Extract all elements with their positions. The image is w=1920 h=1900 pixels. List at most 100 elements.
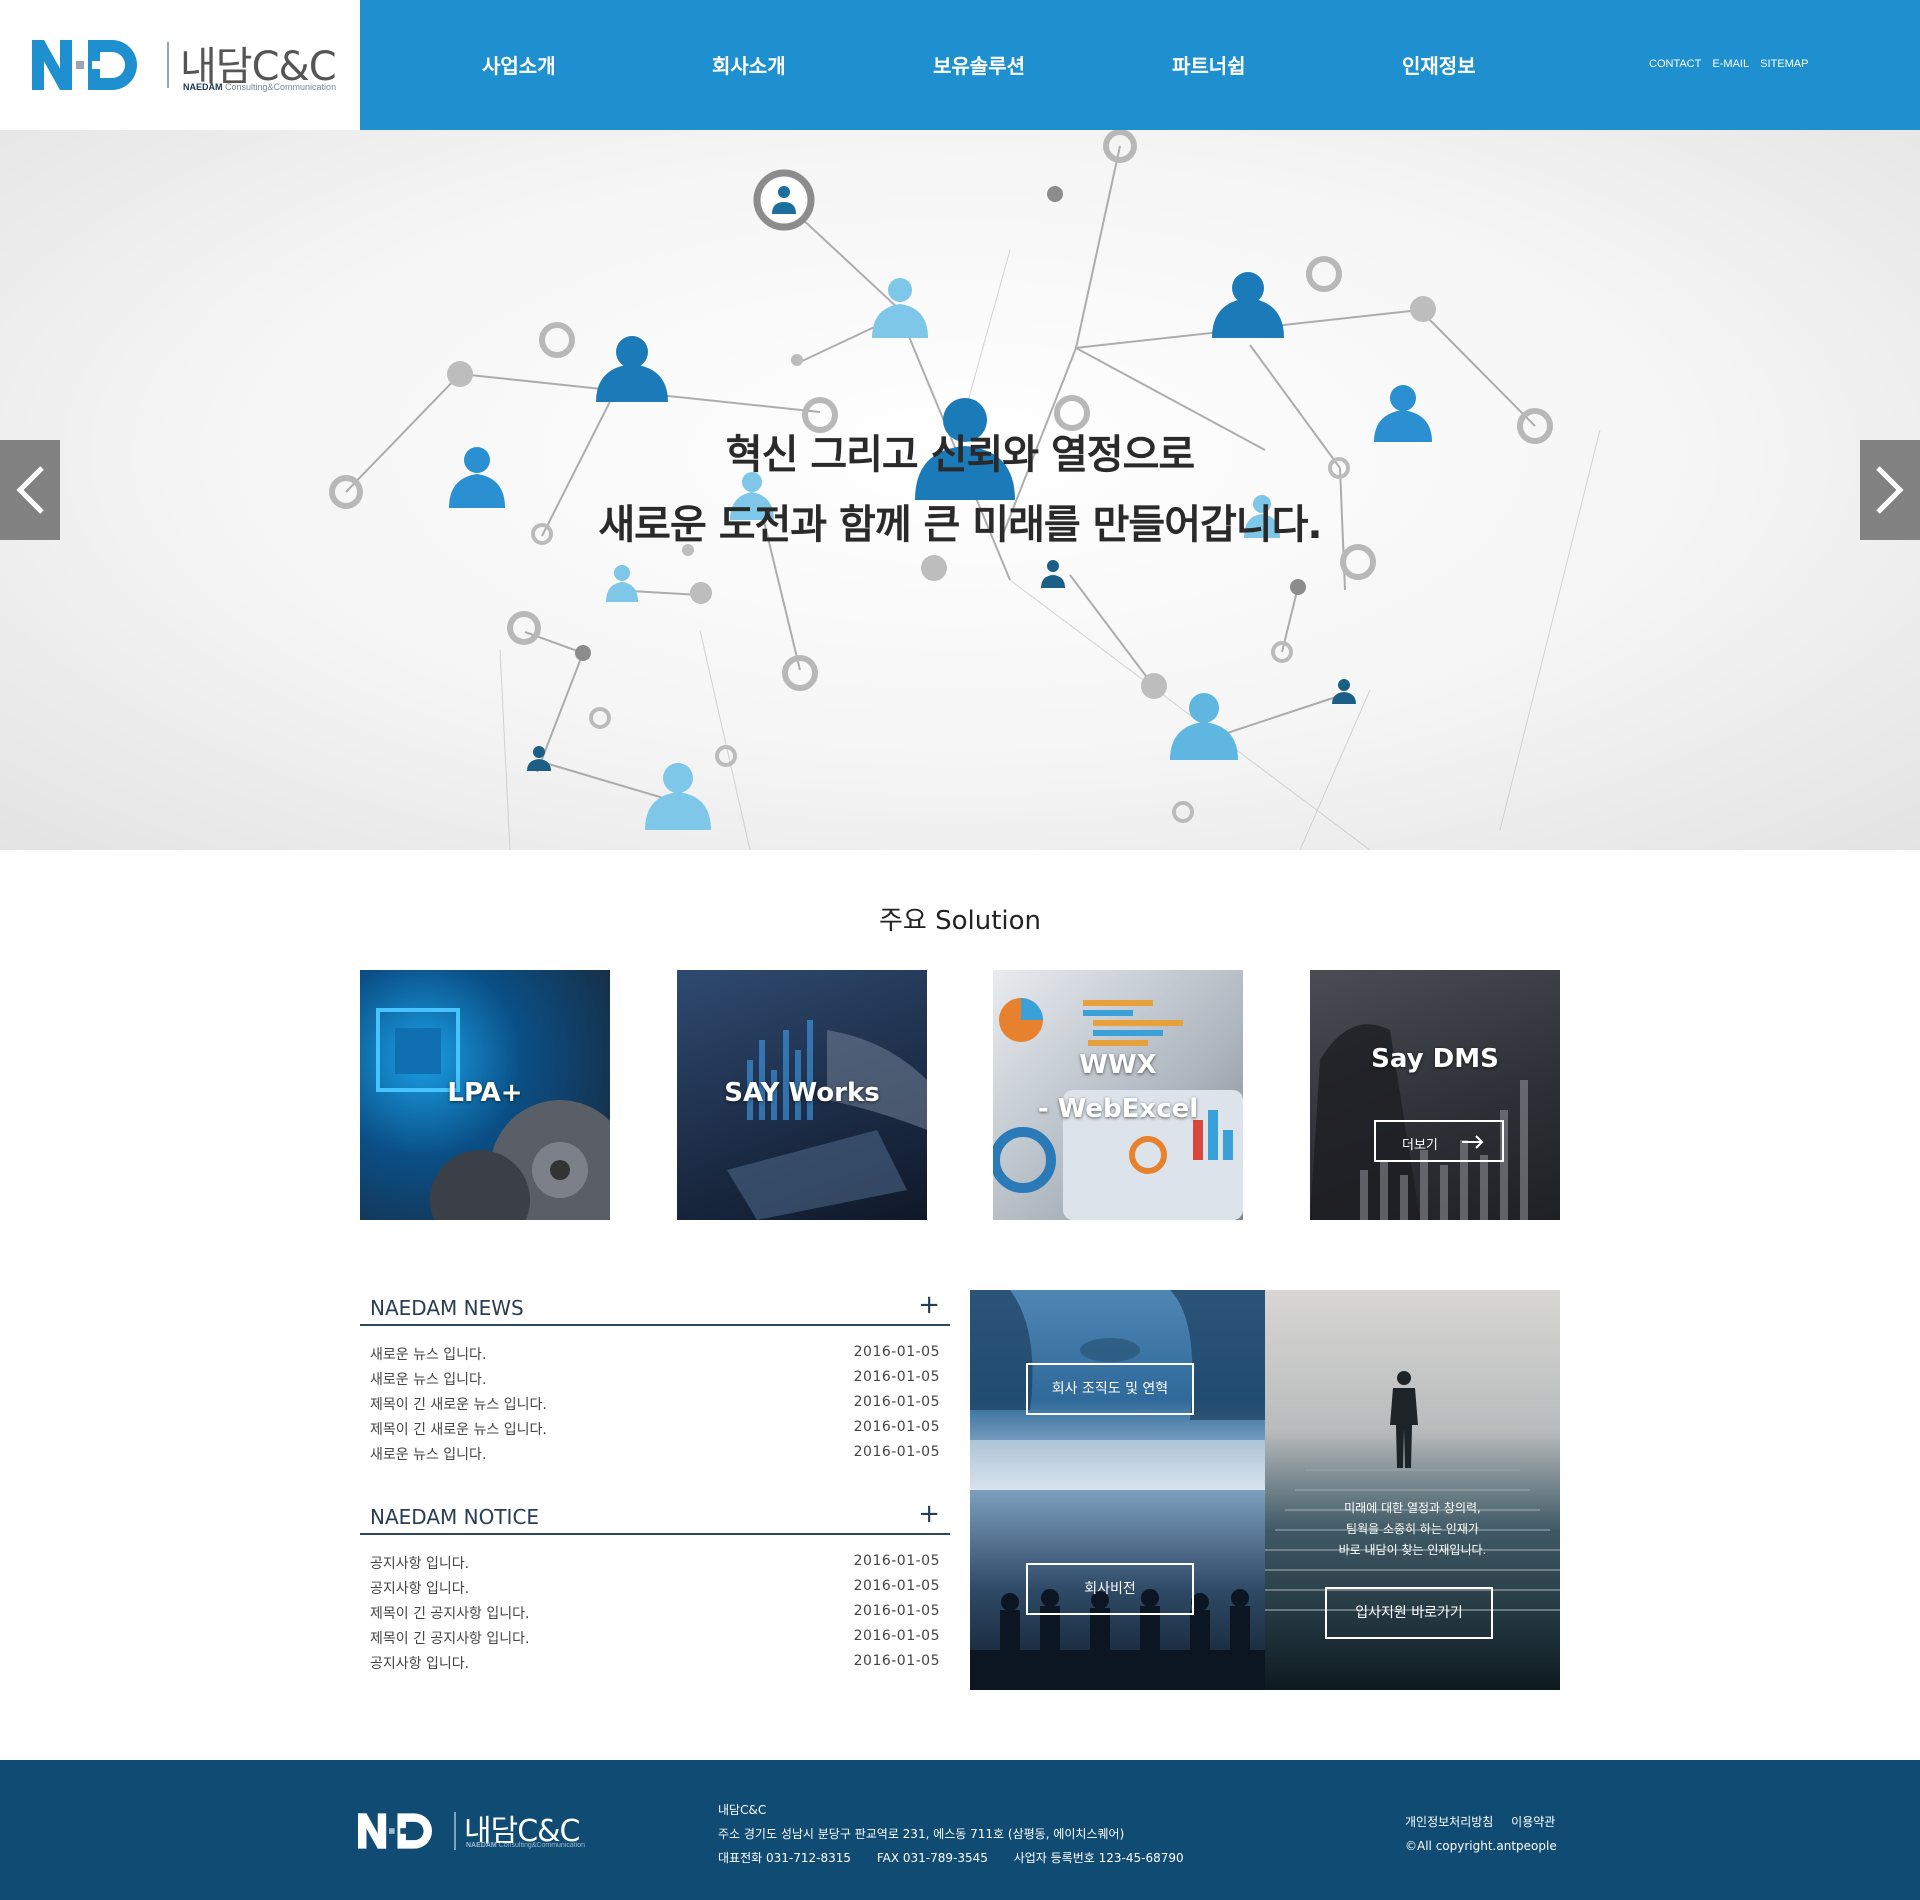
solution-card-saydms[interactable]: Say DMS 더보기 bbox=[1310, 970, 1560, 1220]
footer-company: 내담C&C bbox=[718, 1803, 767, 1817]
nav-item-solutions[interactable]: 보유솔루션 bbox=[933, 50, 1025, 79]
notice-row-title: 제목이 긴 공지사항 입니다. bbox=[370, 1631, 530, 1647]
nav-item-company[interactable]: 회사소개 bbox=[712, 50, 786, 79]
news-row-title: 새로운 뉴스 입니다. bbox=[370, 1347, 487, 1363]
news-row[interactable]: 새로운 뉴스 입니다. 2016-01-05 bbox=[370, 1369, 940, 1394]
terms-link[interactable]: 이용약관 bbox=[1511, 1815, 1555, 1829]
notice-row-title: 공지사항 입니다. bbox=[370, 1581, 470, 1597]
solution-card-lpa[interactable]: LPA+ bbox=[360, 970, 610, 1220]
nd-logo-mark-icon bbox=[358, 1813, 433, 1849]
contact-link[interactable]: CONTACT bbox=[1649, 58, 1701, 70]
solution-label: LPA+ bbox=[447, 1078, 523, 1108]
solution-card-wwx[interactable]: WWX - WebExcel bbox=[993, 970, 1243, 1220]
footer-logo[interactable]: 내담C&C NAEDAM Consulting&Communication bbox=[358, 1810, 585, 1857]
hero-headline-2: 새로운 도전과 함께 큰 미래를 만들어갑니다. bbox=[598, 502, 1322, 548]
footer-biz-number: 사업자 등록번호 123-45-68790 bbox=[1013, 1851, 1184, 1865]
solution-label-line1: WWX bbox=[1079, 1050, 1157, 1080]
notice-row[interactable]: 제목이 긴 공지사항 입니다. 2016-01-05 bbox=[370, 1628, 940, 1653]
news-row-date: 2016-01-05 bbox=[853, 1419, 940, 1435]
news-row[interactable]: 제목이 긴 새로운 뉴스 입니다. 2016-01-05 bbox=[370, 1419, 940, 1444]
footer-info: 내담C&C 주소 경기도 성남시 분당구 판교역로 231, 에스동 711호 … bbox=[718, 1798, 1206, 1870]
tile-vision[interactable]: 회사비전 bbox=[970, 1490, 1265, 1690]
util-links: CONTACT E-MAIL SITEMAP bbox=[1649, 58, 1816, 70]
news-row-title: 제목이 긴 새로운 뉴스 입니다. bbox=[370, 1397, 547, 1413]
notice-row-title: 공지사항 입니다. bbox=[370, 1656, 470, 1672]
notice-row[interactable]: 공지사항 입니다. 2016-01-05 bbox=[370, 1653, 940, 1678]
footer-links: 개인정보처리방침 이용약관 ©All copyright.antpeople bbox=[1405, 1810, 1569, 1858]
person-icons bbox=[449, 272, 1432, 830]
notice-row-date: 2016-01-05 bbox=[853, 1653, 940, 1669]
site-header: 내담C&C NAEDAM Consulting&Communication 사업… bbox=[0, 0, 1920, 130]
footer-logo-tagline: NAEDAM Consulting&Communication bbox=[466, 1842, 586, 1849]
news-row-date: 2016-01-05 bbox=[853, 1369, 940, 1385]
notice-row-title: 공지사항 입니다. bbox=[370, 1556, 470, 1572]
chevron-left-icon bbox=[16, 466, 44, 514]
hero-prev-button[interactable] bbox=[0, 440, 60, 540]
network-illustration bbox=[329, 130, 1601, 850]
main-nav: 사업소개 회사소개 보유솔루션 파트너쉽 인재정보 CONTACT E-MAIL… bbox=[360, 0, 1920, 130]
hero-next-button[interactable] bbox=[1860, 440, 1920, 540]
tile-recruit[interactable]: 미래에 대한 열정과 창의력, 팀웍을 소중히 하는 인재가 바로 내담이 찾는… bbox=[1265, 1290, 1560, 1690]
solutions-title: 주요 Solution bbox=[878, 906, 1042, 936]
recruit-copy-line: 팀웍을 소중히 하는 인재가 bbox=[1346, 1522, 1479, 1536]
notice-row[interactable]: 공지사항 입니다. 2016-01-05 bbox=[370, 1578, 940, 1603]
nav-item-partnership[interactable]: 파트너쉽 bbox=[1172, 50, 1246, 79]
solution-label: Say DMS bbox=[1371, 1044, 1499, 1074]
more-button[interactable]: 더보기 bbox=[1374, 1120, 1504, 1162]
footer-tel: 대표전화 031-712-8315 bbox=[718, 1851, 851, 1865]
notice-row-date: 2016-01-05 bbox=[853, 1628, 940, 1644]
footer-logo-divider bbox=[454, 1812, 456, 1850]
recruit-copy: 미래에 대한 열정과 창의력, 팀웍을 소중히 하는 인재가 바로 내담이 찾는… bbox=[1265, 1498, 1560, 1561]
nav-item-careers[interactable]: 인재정보 bbox=[1402, 50, 1476, 79]
nav-item-business[interactable]: 사업소개 bbox=[482, 50, 556, 79]
news-row[interactable]: 새로운 뉴스 입니다. 2016-01-05 bbox=[370, 1344, 940, 1369]
vision-button[interactable]: 회사비전 bbox=[1026, 1563, 1194, 1615]
news-row[interactable]: 제목이 긴 새로운 뉴스 입니다. 2016-01-05 bbox=[370, 1394, 940, 1419]
news-row-title: 제목이 긴 새로운 뉴스 입니다. bbox=[370, 1422, 547, 1438]
logo[interactable]: 내담C&C NAEDAM Consulting&Communication bbox=[0, 0, 360, 130]
copyright: ©All copyright.antpeople bbox=[1405, 1839, 1557, 1853]
news-row-title: 새로운 뉴스 입니다. bbox=[370, 1372, 487, 1388]
solution-label-line2: - WebExcel bbox=[1037, 1094, 1199, 1124]
businessman-chart-image bbox=[1310, 1024, 1528, 1220]
news-row-date: 2016-01-05 bbox=[853, 1394, 940, 1410]
org-history-button[interactable]: 회사 조직도 및 연혁 bbox=[1026, 1363, 1194, 1415]
notice-header: NAEDAM NOTICE + bbox=[360, 1497, 950, 1535]
sitemap-link[interactable]: SITEMAP bbox=[1760, 58, 1808, 70]
news-row-date: 2016-01-05 bbox=[853, 1344, 940, 1360]
nd-logo-mark-icon bbox=[32, 40, 137, 90]
recruit-copy-line: 바로 내담이 찾는 인재입니다. bbox=[1338, 1543, 1487, 1557]
footer-contacts: 대표전화 031-712-8315 FAX 031-789-3545 사업자 등… bbox=[718, 1846, 1206, 1870]
hero-headline-1: 혁신 그리고 신뢰와 열정으로 bbox=[725, 432, 1195, 478]
privacy-policy-link[interactable]: 개인정보처리방침 bbox=[1405, 1815, 1493, 1829]
notice-row[interactable]: 제목이 긴 공지사항 입니다. 2016-01-05 bbox=[370, 1603, 940, 1628]
footer-fax: FAX 031-789-3545 bbox=[876, 1851, 988, 1865]
more-button-label: 더보기 bbox=[1402, 1138, 1438, 1153]
notice-row[interactable]: 공지사항 입니다. 2016-01-05 bbox=[370, 1553, 940, 1578]
notice-row-title: 제목이 긴 공지사항 입니다. bbox=[370, 1606, 530, 1622]
recruit-copy-line: 미래에 대한 열정과 창의력, bbox=[1344, 1501, 1481, 1515]
notice-more-plus-icon[interactable]: + bbox=[918, 1499, 940, 1529]
site-footer: 내담C&C NAEDAM Consulting&Communication 내담… bbox=[0, 1760, 1920, 1900]
notice-row-date: 2016-01-05 bbox=[853, 1553, 940, 1569]
news-title[interactable]: NAEDAM NEWS bbox=[370, 1296, 524, 1320]
notice-row-date: 2016-01-05 bbox=[853, 1603, 940, 1619]
notice-title[interactable]: NAEDAM NOTICE bbox=[370, 1505, 539, 1529]
logo-tagline: NAEDAM Consulting&Communication bbox=[183, 82, 337, 92]
news-row-date: 2016-01-05 bbox=[853, 1444, 940, 1460]
news-header: NAEDAM NEWS + bbox=[360, 1288, 950, 1326]
solution-card-sayworks[interactable]: SAY Works bbox=[677, 970, 927, 1220]
footer-address: 주소 경기도 성남시 분당구 판교역로 231, 에스동 711호 (삼평동, … bbox=[718, 1827, 1125, 1841]
news-row-title: 새로운 뉴스 입니다. bbox=[370, 1447, 487, 1463]
hero-banner: 혁신 그리고 신뢰와 열정으로 새로운 도전과 함께 큰 미래를 만들어갑니다. bbox=[0, 130, 1920, 850]
email-link[interactable]: E-MAIL bbox=[1712, 58, 1749, 70]
news-more-plus-icon[interactable]: + bbox=[918, 1290, 940, 1320]
notice-row-date: 2016-01-05 bbox=[853, 1578, 940, 1594]
news-row[interactable]: 새로운 뉴스 입니다. 2016-01-05 bbox=[370, 1444, 940, 1469]
chevron-right-icon bbox=[1876, 466, 1904, 514]
tile-org-history[interactable]: 회사 조직도 및 연혁 bbox=[970, 1290, 1265, 1490]
solution-label: SAY Works bbox=[724, 1078, 880, 1108]
arrow-right-icon bbox=[1462, 1135, 1484, 1149]
logo-divider bbox=[167, 42, 169, 88]
apply-button[interactable]: 입사지원 바로가기 bbox=[1325, 1587, 1493, 1639]
